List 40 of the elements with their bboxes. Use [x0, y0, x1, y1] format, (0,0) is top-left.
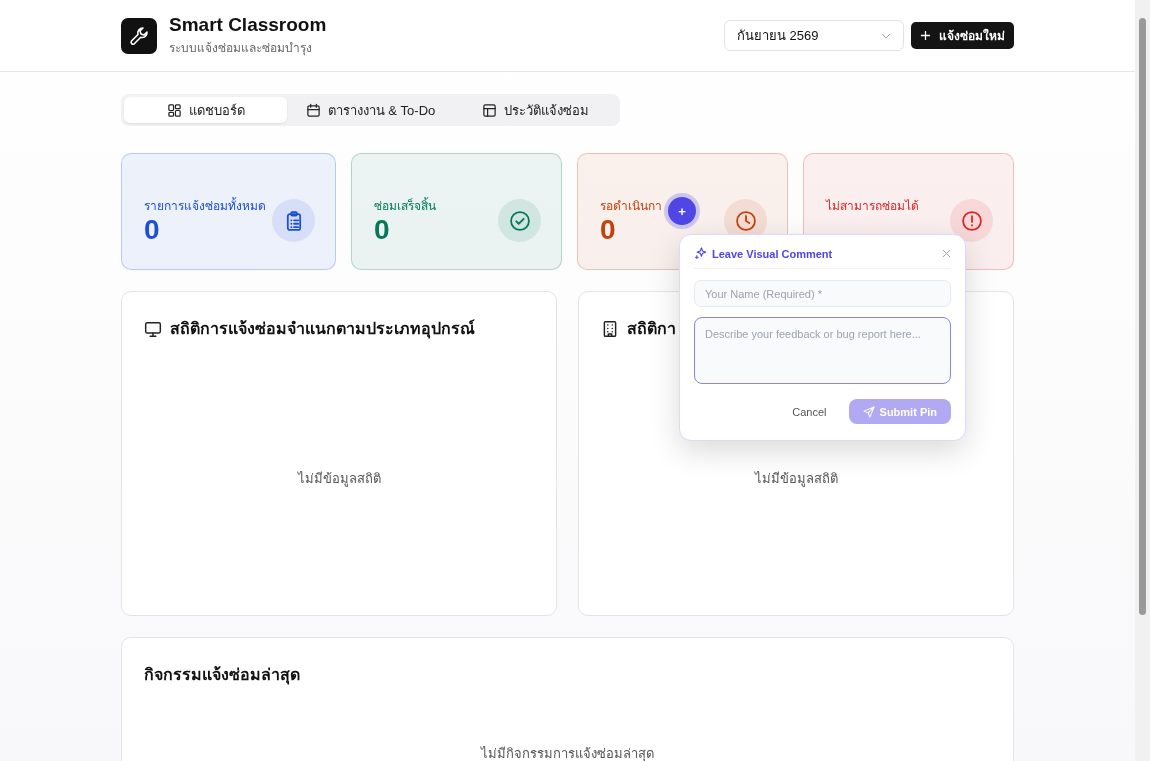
stat-label: รอดำเนินกา — [600, 198, 662, 215]
wrench-logo-icon — [121, 17, 157, 54]
panel-title: สถิติกา — [627, 319, 676, 339]
stat-value: 0 — [374, 215, 391, 245]
stat-value: 0 — [600, 215, 617, 245]
alert-circle-icon — [960, 209, 983, 232]
comment-pin[interactable]: + — [668, 197, 696, 225]
stat-label: ซ่อมเสร็จสิ้น — [374, 196, 436, 215]
check-circle-icon — [508, 209, 531, 232]
grid-icon — [166, 102, 182, 118]
monitor-icon — [144, 319, 162, 338]
panel-title: สถิติการแจ้งซ่อมจำแนกตามประเภทอุปกรณ์ — [170, 318, 475, 341]
chevron-down-icon — [881, 32, 891, 39]
calendar-icon — [305, 102, 321, 118]
clock-icon — [734, 209, 757, 232]
empty-message: ไม่มีข้อมูลสถิติ — [297, 469, 381, 489]
app-title: Smart Classroom — [169, 14, 327, 36]
empty-message: ไม่มีข้อมูลสถิติ — [754, 469, 838, 489]
cancel-button[interactable]: Cancel — [786, 404, 833, 419]
sparkle-icon — [694, 247, 707, 260]
stat-value: 0 — [144, 215, 161, 245]
table-icon — [482, 102, 497, 118]
building-icon — [601, 319, 619, 338]
tab[interactable]: แดชบอร์ด — [124, 97, 287, 123]
popup-title: Leave Visual Comment — [712, 247, 834, 260]
tab[interactable]: ตารางงาน & To-Do — [289, 97, 452, 123]
scrollbar[interactable] — [1135, 0, 1150, 761]
close-icon[interactable] — [942, 249, 951, 258]
send-icon — [862, 405, 875, 418]
feedback-field[interactable]: Describe your feedback or bug report here... — [694, 317, 951, 384]
new-repair-button[interactable]: แจ้งซ่อมใหม่ — [911, 22, 1014, 49]
stat-label: รายการแจ้งซ่อมทั้งหมด — [144, 196, 266, 215]
tab[interactable]: ประวัติแจ้งซ่อม — [454, 97, 617, 123]
name-field[interactable]: Your Name (Required) * — [694, 280, 951, 307]
empty-message: ไม่มีกิจกรรมการแจ้งซ่อมล่าสุด — [481, 745, 654, 761]
app-subtitle: ระบบแจ้งซ่อมและซ่อมบำรุง — [169, 40, 313, 57]
stat-label: ไม่สามารถซ่อมได้ — [826, 198, 919, 215]
panel-title: กิจกรรมแจ้งซ่อมล่าสุด — [144, 665, 301, 687]
plus-icon — [920, 30, 931, 41]
month-select[interactable]: กันยายน 2569 — [724, 20, 904, 51]
